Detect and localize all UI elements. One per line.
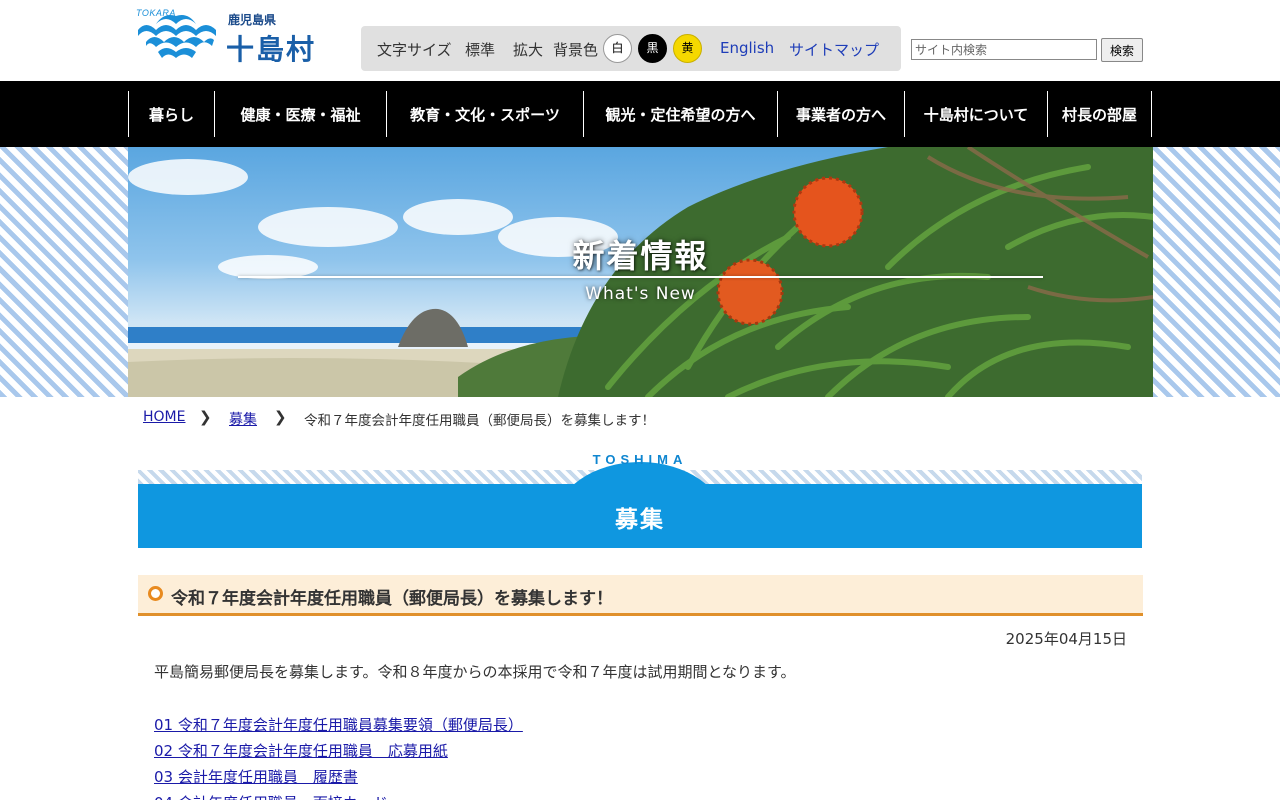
article-heading: 令和７年度会計年度任用職員（郵便局長）を募集します！ <box>138 575 1143 616</box>
logo-village-name: 十島村 <box>226 33 317 66</box>
accessibility-toolbox: 文字サイズ 標準 拡大 背景色 白 黒 黄 English サイトマップ <box>361 26 901 71</box>
nav-item-education[interactable]: 教育・文化・スポーツ <box>386 91 583 137</box>
nav-item-living[interactable]: 暮らし <box>128 91 214 137</box>
document-link-interview-card[interactable]: 04 会計年度任用職員 面接カード <box>154 790 523 800</box>
nav-item-mayor[interactable]: 村長の部屋 <box>1047 91 1152 137</box>
site-search-input[interactable] <box>911 39 1097 60</box>
font-large-button[interactable]: 拡大 <box>513 39 543 60</box>
bg-white-button[interactable]: 白 <box>603 34 632 63</box>
nav-item-business[interactable]: 事業者の方へ <box>777 91 904 137</box>
logo-tokara-text: TOKARA <box>136 8 176 18</box>
banner-title: 新着情報 <box>572 237 709 275</box>
english-link[interactable]: English <box>720 39 774 57</box>
logo-prefecture: 鹿児島県 <box>228 13 277 27</box>
nav-item-tourism[interactable]: 観光・定住希望の方へ <box>583 91 777 137</box>
category-title: 募集 <box>615 507 665 533</box>
site-logo[interactable]: TOKARA 鹿児島県 十島村 <box>136 6 316 70</box>
bg-color-label: 背景色 <box>553 41 599 59</box>
article-date: 2025年04月15日 <box>1005 630 1127 648</box>
global-nav: 暮らし 健康・医療・福祉 教育・文化・スポーツ 観光・定住希望の方へ 事業者の方… <box>0 81 1280 147</box>
banner-divider <box>238 276 1043 278</box>
chevron-right-icon: ❯ <box>199 408 212 426</box>
bg-black-button[interactable]: 黒 <box>638 34 667 63</box>
category-brand-text: TOSHIMA <box>592 452 688 467</box>
site-header: TOKARA 鹿児島県 十島村 文字サイズ 標準 拡大 背景色 白 黒 黄 En… <box>0 0 1280 81</box>
news-banner: 新着情報 What's New <box>128 147 1153 397</box>
breadcrumb-current: 令和７年度会計年度任用職員（郵便局長）を募集します！ <box>304 413 655 429</box>
document-links: 01 令和７年度会計年度任用職員募集要領（郵便局長） 02 令和７年度会計年度任… <box>154 712 523 800</box>
document-link-application-form[interactable]: 02 令和７年度会計年度任用職員 応募用紙 <box>154 738 523 764</box>
font-size-label: 文字サイズ <box>377 41 452 59</box>
bg-yellow-button[interactable]: 黄 <box>673 34 702 63</box>
breadcrumb-category-link[interactable]: 募集 <box>229 409 257 429</box>
chevron-right-icon: ❯ <box>274 408 287 426</box>
search-button[interactable]: 検索 <box>1101 38 1143 62</box>
sitemap-link[interactable]: サイトマップ <box>789 39 879 60</box>
article-title: 令和７年度会計年度任用職員（郵便局長）を募集します！ <box>171 589 613 609</box>
breadcrumb-home-link[interactable]: HOME <box>143 409 185 425</box>
banner-subtitle: What's New <box>585 284 696 304</box>
article-body: 平島簡易郵便局長を募集します。令和８年度からの本採用で令和７年度は試用期間となり… <box>154 663 796 681</box>
document-link-resume[interactable]: 03 会計年度任用職員 履歴書 <box>154 764 523 790</box>
circle-bullet-icon <box>148 586 163 601</box>
nav-item-health[interactable]: 健康・医療・福祉 <box>214 91 386 137</box>
document-link-recruitment-guide[interactable]: 01 令和７年度会計年度任用職員募集要領（郵便局長） <box>154 712 523 738</box>
font-standard-button[interactable]: 標準 <box>465 39 495 60</box>
nav-item-about[interactable]: 十島村について <box>904 91 1047 137</box>
